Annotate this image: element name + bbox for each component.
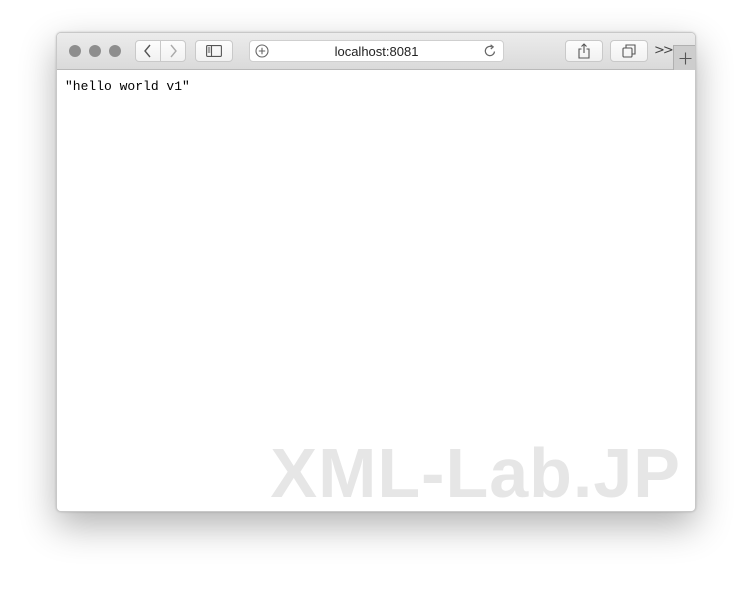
- chevron-right-icon: [170, 44, 177, 58]
- minimize-window-button[interactable]: [89, 45, 101, 57]
- navigation-buttons: [135, 40, 186, 62]
- new-tab-button[interactable]: [673, 45, 695, 70]
- chevron-left-icon: [144, 44, 151, 58]
- page-content: "hello world v1" XML-Lab.JP: [57, 70, 695, 512]
- tab-overview-icon: [622, 44, 636, 58]
- close-window-button[interactable]: [69, 45, 81, 57]
- browser-window: localhost:8081 >> "hello world v1" XML-L…: [56, 32, 696, 512]
- forward-button[interactable]: [160, 41, 185, 61]
- plus-icon: [679, 52, 691, 64]
- zoom-window-button[interactable]: [109, 45, 121, 57]
- share-icon: [578, 43, 590, 59]
- sidebar-button[interactable]: [195, 40, 233, 62]
- watermark: XML-Lab.JP: [270, 434, 681, 512]
- browser-toolbar: localhost:8081 >>: [57, 33, 695, 70]
- address-bar[interactable]: localhost:8081: [249, 40, 504, 62]
- toolbar-overflow-button[interactable]: >>: [654, 43, 674, 58]
- tab-overview-button[interactable]: [610, 40, 648, 62]
- back-button[interactable]: [136, 41, 160, 61]
- response-text: "hello world v1": [65, 79, 190, 94]
- sidebar-icon: [206, 45, 222, 57]
- address-url: localhost:8081: [334, 44, 419, 59]
- share-button[interactable]: [565, 40, 603, 62]
- reload-icon[interactable]: [483, 44, 497, 58]
